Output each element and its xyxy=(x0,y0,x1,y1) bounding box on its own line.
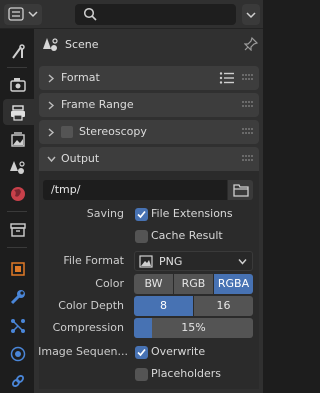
output-path-field[interactable]: /tmp/ xyxy=(43,180,227,200)
color-rgba-option[interactable]: RGBA xyxy=(214,274,253,294)
editor-type-button[interactable] xyxy=(4,4,42,25)
drag-grip-icon[interactable] xyxy=(242,155,254,162)
pin-icon[interactable] xyxy=(244,37,258,51)
file-format-value: PNG xyxy=(159,255,183,268)
constraints-tab[interactable] xyxy=(3,367,31,393)
check-icon xyxy=(137,210,146,219)
drag-grip-icon[interactable] xyxy=(242,101,254,108)
overwrite-label: Overwrite xyxy=(151,345,206,358)
orange-square-icon xyxy=(11,262,25,276)
render-tab[interactable] xyxy=(3,71,31,97)
chevron-right-icon xyxy=(48,128,55,137)
output-tab[interactable] xyxy=(3,99,34,125)
browse-folder-button[interactable] xyxy=(228,180,253,200)
compression-label: Compression xyxy=(52,321,124,334)
cache-result-label: Cache Result xyxy=(151,229,223,242)
file-format-label: File Format xyxy=(63,254,124,267)
compression-value: 15% xyxy=(181,321,206,334)
stereoscopy-panel-title: Stereoscopy xyxy=(79,125,147,138)
drag-grip-icon[interactable] xyxy=(242,128,254,135)
color-depth-8-option[interactable]: 8 xyxy=(134,296,193,316)
chevron-right-icon xyxy=(48,101,55,110)
view-layer-tab[interactable] xyxy=(3,126,31,152)
box-icon xyxy=(10,223,26,237)
context-breadcrumb: Scene xyxy=(34,29,263,59)
particles-icon xyxy=(11,319,25,333)
format-panel-title: Format xyxy=(61,71,100,84)
cache-result-checkbox[interactable] xyxy=(135,230,148,243)
chevron-down-icon xyxy=(28,11,38,18)
placeholders-checkbox[interactable] xyxy=(135,368,148,381)
frame-range-panel-header[interactable]: Frame Range xyxy=(39,93,259,117)
wrench-screwdriver-icon xyxy=(12,44,25,59)
chevron-down-icon xyxy=(238,259,247,265)
search-icon xyxy=(83,7,97,21)
chevron-down-icon xyxy=(47,156,56,163)
color-depth-label: Color Depth xyxy=(58,299,124,312)
output-panel-title: Output xyxy=(61,152,100,165)
scene-icon xyxy=(43,38,58,51)
presets-list-icon[interactable] xyxy=(219,71,235,85)
scene-cone-sphere-icon xyxy=(10,161,25,174)
file-extensions-label: File Extensions xyxy=(151,207,233,220)
drag-grip-icon[interactable] xyxy=(242,74,254,81)
saving-label: Saving xyxy=(86,207,124,220)
tool-tab[interactable] xyxy=(3,38,31,64)
modifier-tab[interactable] xyxy=(3,283,31,309)
chevron-right-icon xyxy=(48,74,55,83)
collection-tab[interactable] xyxy=(3,216,31,242)
chevron-down-icon xyxy=(246,12,256,19)
search-input[interactable] xyxy=(75,4,236,25)
properties-header xyxy=(0,0,263,29)
world-tab[interactable] xyxy=(3,180,31,206)
globe-icon xyxy=(11,187,25,201)
color-label: Color xyxy=(95,277,124,290)
scene-name: Scene xyxy=(65,38,99,51)
color-rgb-option[interactable]: RGB xyxy=(174,274,213,294)
image-file-icon xyxy=(139,255,153,268)
object-tab[interactable] xyxy=(3,255,31,281)
physics-tab[interactable] xyxy=(3,340,31,366)
wrench-icon xyxy=(10,290,25,305)
printer-icon xyxy=(11,105,25,121)
placeholders-label: Placeholders xyxy=(151,367,222,380)
properties-editor-icon xyxy=(8,7,24,21)
check-icon xyxy=(137,348,146,357)
overwrite-checkbox[interactable] xyxy=(135,346,148,359)
color-bw-option[interactable]: BW xyxy=(134,274,173,294)
file-format-dropdown[interactable]: PNG xyxy=(134,251,253,271)
frame-range-panel-title: Frame Range xyxy=(61,98,134,111)
output-panel-header[interactable]: Output xyxy=(39,147,259,171)
particles-tab[interactable] xyxy=(3,312,31,338)
stereoscopy-checkbox[interactable] xyxy=(61,126,73,138)
output-path-value: /tmp/ xyxy=(51,183,81,196)
stereoscopy-panel-header[interactable]: Stereoscopy xyxy=(39,120,259,144)
folder-icon xyxy=(233,184,249,197)
image-sequence-label: Image Sequen... xyxy=(38,345,128,358)
compression-slider[interactable]: 15% xyxy=(134,318,253,338)
link-icon xyxy=(12,375,24,387)
orbit-icon xyxy=(10,346,26,362)
image-stack-icon xyxy=(11,132,25,147)
color-depth-16-option[interactable]: 16 xyxy=(194,296,253,316)
properties-main: Scene Format Frame Range Stereoscopy Out… xyxy=(34,29,263,393)
file-extensions-checkbox[interactable] xyxy=(135,208,148,221)
scene-tab[interactable] xyxy=(3,153,31,179)
properties-tab-bar xyxy=(0,29,34,393)
camera-back-icon xyxy=(10,78,26,92)
format-panel-header[interactable]: Format xyxy=(39,66,259,90)
header-options-dropdown[interactable] xyxy=(242,4,260,25)
